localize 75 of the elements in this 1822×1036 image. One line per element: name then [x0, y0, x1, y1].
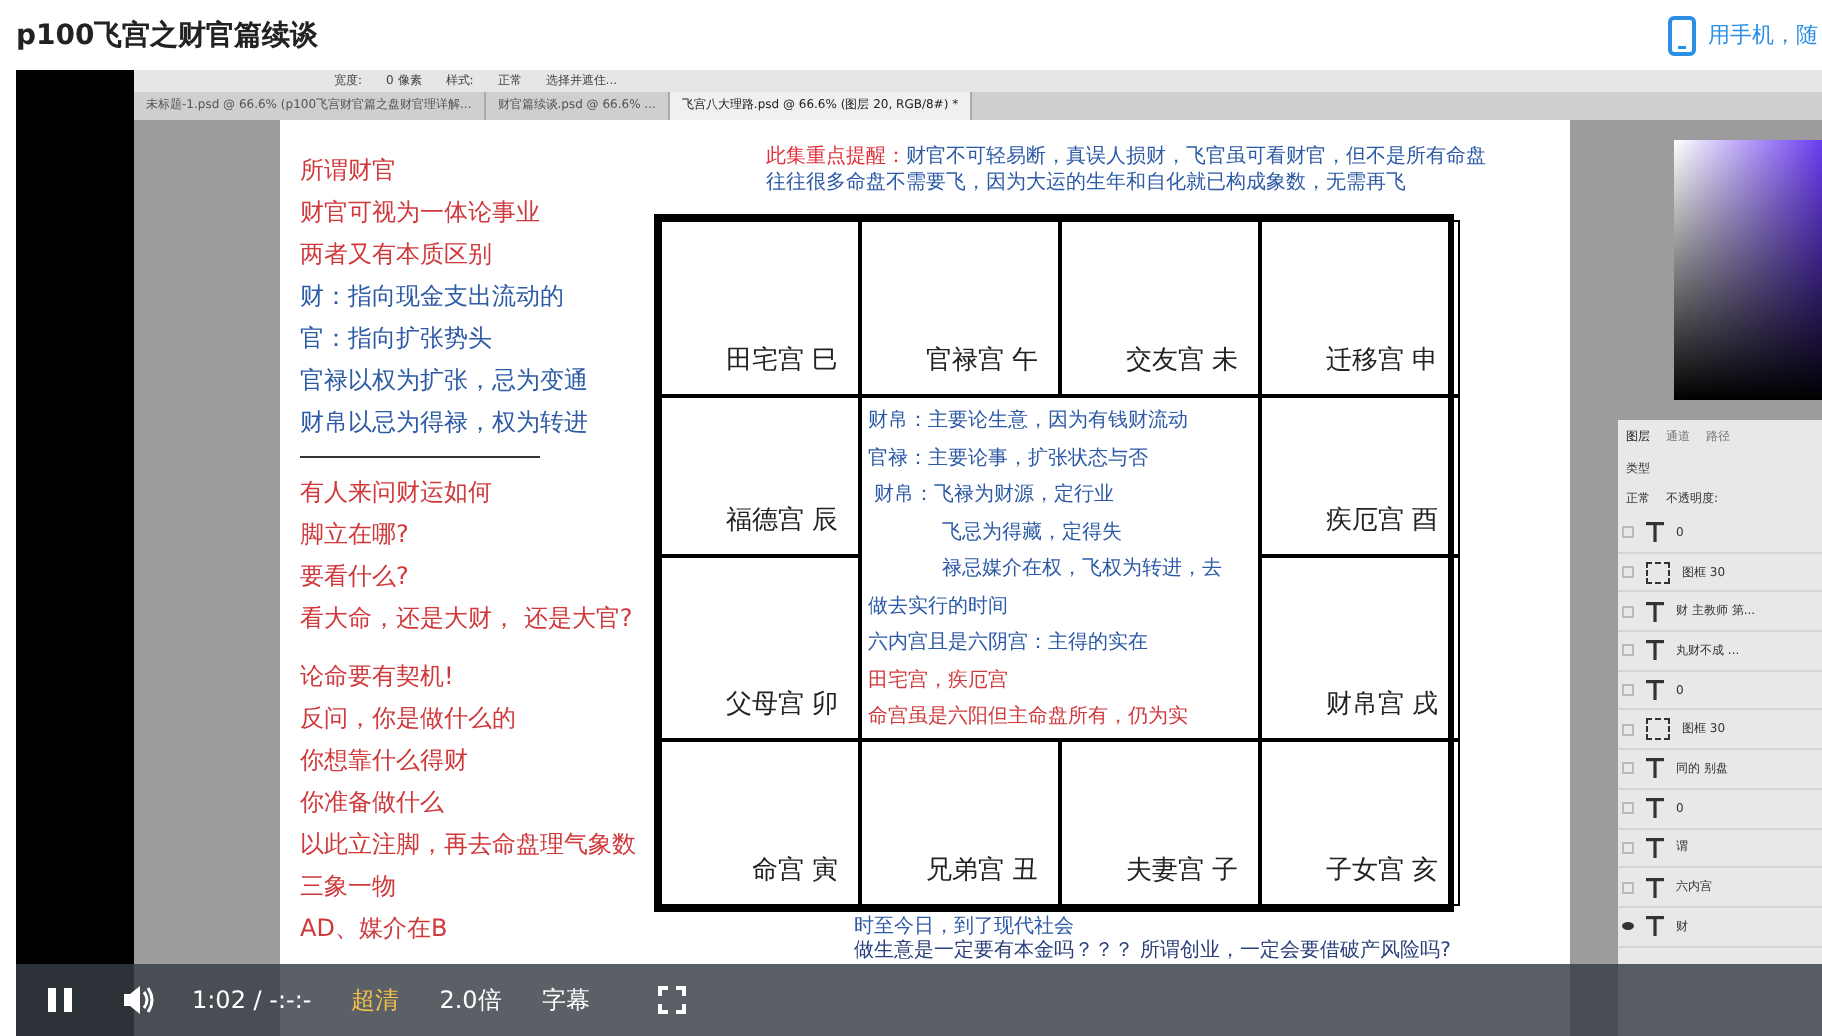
- frame-layer-icon: [1646, 561, 1670, 584]
- note-line: 以此立注脚，再去命盘理气象数: [300, 828, 638, 862]
- speed-button[interactable]: 2.0倍: [439, 983, 502, 1017]
- note-line: 你准备做什么: [300, 786, 446, 820]
- page-title: p100飞宫之财官篇续谈: [16, 17, 319, 53]
- visibility-toggle[interactable]: [1622, 566, 1634, 579]
- phone-icon[interactable]: [1668, 15, 1696, 55]
- text-layer-icon: [1646, 837, 1664, 858]
- chart-note-line: 飞忌为得藏，定得失: [940, 519, 1124, 547]
- subtitles-button[interactable]: 字幕: [541, 983, 590, 1017]
- chart-note-line: 做去实行的时间: [868, 593, 1010, 621]
- visibility-toggle[interactable]: [1622, 723, 1634, 736]
- palace-label: 官禄宫 午: [925, 344, 1038, 378]
- chart-note-line: 财帛：飞禄为财源，定行业: [872, 481, 1116, 510]
- visibility-toggle[interactable]: [1622, 684, 1634, 697]
- volume-icon[interactable]: [122, 984, 156, 1016]
- chart-note-line: 财帛：主要论生意，因为有钱财流动: [868, 407, 1190, 436]
- playback-time: 1:02 / -:-:-: [192, 986, 312, 1014]
- note-line: 你想靠什么得财: [300, 744, 470, 778]
- note-line: 财：指向现金支出流动的: [300, 280, 566, 314]
- palace-label: 兄弟宫 丑: [925, 854, 1038, 888]
- text-layer-icon: [1646, 877, 1664, 898]
- visibility-toggle[interactable]: [1622, 644, 1634, 657]
- note-line: 时至今日，到了现代社会: [854, 916, 1076, 939]
- note-line: 财帛以忌为得禄，权为转进: [300, 406, 590, 440]
- text-layer-icon: [1646, 522, 1664, 543]
- palace-label: 福德宫 辰: [725, 504, 838, 538]
- eye-icon[interactable]: [1622, 922, 1634, 931]
- note-line: 看大命，还是大财， 还是大官?: [300, 602, 635, 636]
- note-line: 做生意是一定要有本金吗？？？ 所谓创业，一定会要借破产风险吗?: [854, 940, 1453, 964]
- palace-label: 命宫 寅: [751, 854, 838, 888]
- note-line: 要看什么?: [300, 560, 411, 594]
- text-layer-icon: [1646, 916, 1664, 937]
- note-line: 财官可视为一体论事业: [300, 196, 542, 230]
- note-line: 论命要有契机!: [300, 660, 456, 694]
- frame-layer-icon: [1646, 718, 1670, 741]
- text-layer-icon: [1646, 798, 1664, 819]
- palace-label: 财帛宫 戌: [1325, 688, 1438, 722]
- palace-label: 迁移宫 申: [1325, 344, 1438, 378]
- visibility-toggle[interactable]: [1622, 841, 1634, 854]
- palace-label: 疾厄宫 酉: [1325, 504, 1438, 538]
- note-line: 官：指向扩张势头: [300, 322, 494, 356]
- palace-label: 交友宫 未: [1125, 344, 1238, 378]
- reminder-line: 往往很多命盘不需要飞，因为大运的生年和自化就已构成象数，无需再飞: [766, 170, 1408, 196]
- text-layer-icon: [1646, 758, 1664, 779]
- note-line: AD、媒介在B: [300, 912, 450, 946]
- palace-label: 田宅宫 巳: [725, 344, 838, 378]
- color-picker[interactable]: [1674, 140, 1822, 400]
- note-line: 有人来问财运如何: [300, 476, 494, 510]
- pause-button[interactable]: [46, 986, 74, 1014]
- chart-note-line: 六内宫且是六阴宫：主得的实在: [868, 629, 1150, 658]
- visibility-toggle[interactable]: [1622, 526, 1634, 539]
- palace-label: 父母宫 卯: [725, 688, 838, 722]
- visibility-toggle[interactable]: [1622, 762, 1634, 775]
- note-line: 三象一物: [300, 870, 398, 904]
- note-line: 反问，你是做什么的: [300, 702, 518, 736]
- chart-note-line: 田宅宫，疾厄宫: [868, 667, 1010, 695]
- quality-button[interactable]: 超清: [351, 983, 400, 1017]
- chart-note-line: 禄忌媒介在权，飞权为转进，去: [940, 555, 1224, 584]
- note-line: 两者又有本质区别: [300, 238, 494, 272]
- palace-label: 子女宫 亥: [1325, 854, 1438, 888]
- palace-label: 夫妻宫 子: [1125, 854, 1238, 888]
- note-line: 官禄以权为扩张，忌为变通: [300, 364, 590, 398]
- chart-note-line: 命宫虽是六阳但主命盘所有，仍为实: [868, 703, 1190, 732]
- reminder-line: 此集重点提醒：财官不可轻易断，真误人损财，飞官虽可看财官，但不是所有命盘: [766, 144, 1486, 170]
- note-line: 脚立在哪?: [300, 518, 411, 552]
- visibility-toggle[interactable]: [1622, 802, 1634, 815]
- fullscreen-icon[interactable]: [657, 986, 686, 1014]
- visibility-toggle[interactable]: [1622, 605, 1634, 618]
- chart-note-line: 官禄：主要论事，扩张状态与否: [868, 445, 1150, 473]
- visibility-toggle[interactable]: [1622, 881, 1634, 894]
- text-layer-icon: [1646, 680, 1664, 701]
- text-layer-icon: [1646, 601, 1664, 622]
- text-layer-icon: [1646, 640, 1664, 661]
- note-line: 所谓财官: [300, 154, 398, 188]
